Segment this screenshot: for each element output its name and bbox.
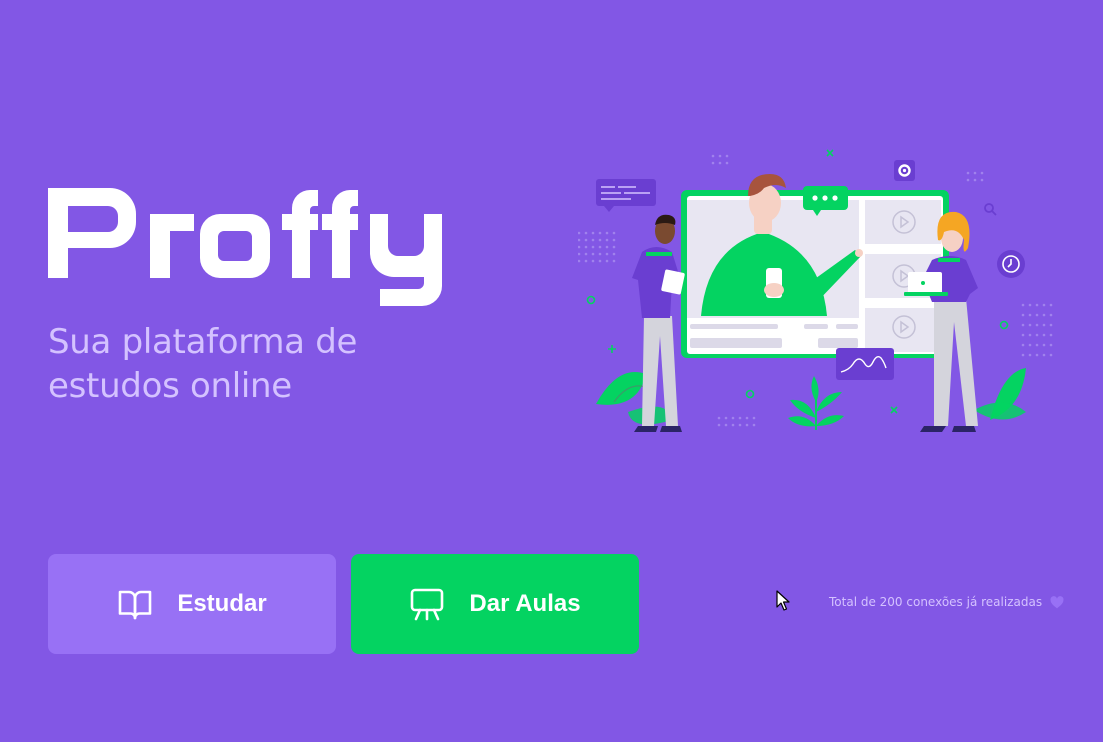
total-connections-text: Total de 200 conexões já realizadas (829, 595, 1043, 609)
book-open-icon (117, 586, 153, 622)
presentation-board-icon (409, 586, 445, 622)
study-button-label: Estudar (177, 590, 267, 617)
tagline-line-2: estudos online (48, 366, 292, 406)
give-classes-button-label: Dar Aulas (469, 590, 581, 617)
logo-container (48, 178, 528, 308)
heart-icon (1050, 595, 1064, 608)
total-connections: Total de 200 conexões já realizadas (829, 595, 1064, 609)
study-button[interactable]: Estudar (48, 554, 336, 654)
give-classes-button[interactable]: Dar Aulas (351, 554, 639, 654)
proffy-logo (48, 178, 528, 308)
tagline-line-1: Sua plataforma de (48, 322, 358, 362)
action-buttons: Estudar Dar Aulas (48, 554, 639, 654)
tagline: Sua plataforma de estudos online (48, 320, 468, 408)
hero-illustration (570, 140, 1058, 440)
mouse-cursor-icon (776, 590, 790, 611)
landing-page: Sua plataforma de estudos online Estudar… (0, 0, 1103, 742)
